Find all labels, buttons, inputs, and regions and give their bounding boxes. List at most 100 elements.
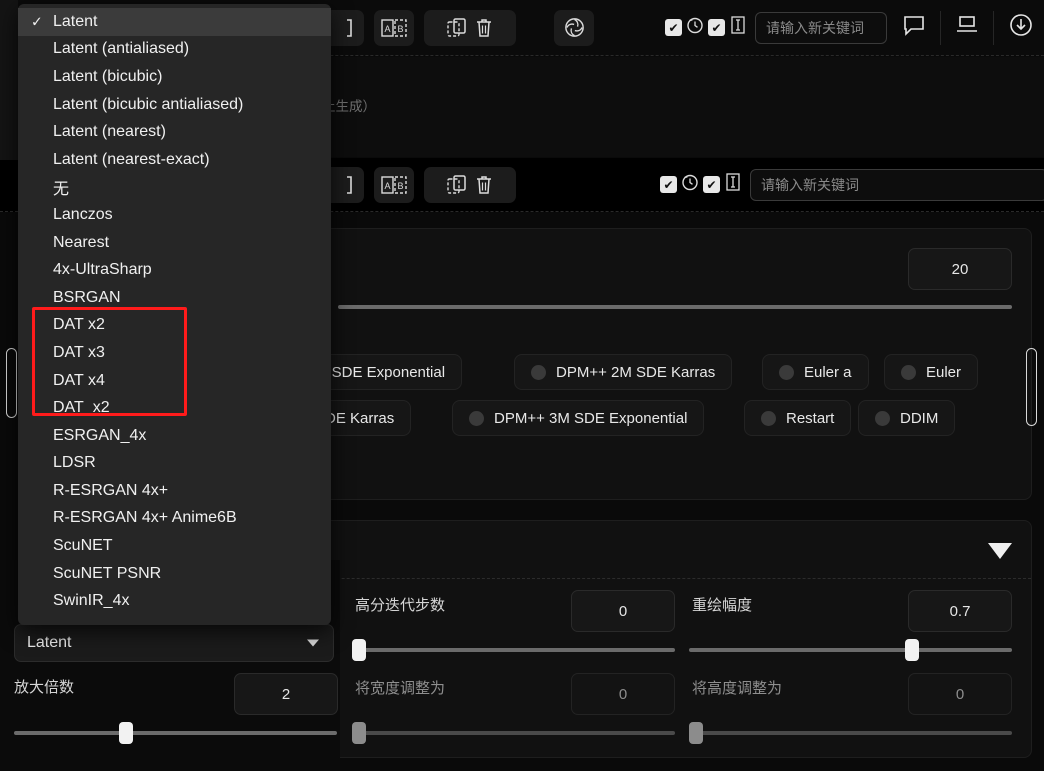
keyword-input-second[interactable]: 请输入新关键词 bbox=[750, 168, 1044, 201]
dropdown-item[interactable]: BSRGAN bbox=[18, 284, 331, 312]
resize-width-slider-knob[interactable] bbox=[352, 722, 366, 744]
sampler-pill-dpmpp-2m-sde-karras[interactable]: DPM++ 2M SDE Karras bbox=[514, 354, 733, 390]
steps-slider-track[interactable] bbox=[338, 305, 1012, 309]
dropdown-item[interactable]: R-ESRGAN 4x+ Anime6B bbox=[18, 505, 331, 533]
dropdown-item-label: BSRGAN bbox=[53, 288, 121, 306]
steps-value: 20 bbox=[951, 260, 969, 278]
resize-width-value: 0 bbox=[618, 685, 628, 703]
dropdown-item[interactable]: LDSR bbox=[18, 450, 331, 478]
keyword-placeholder: 请输入新关键词 bbox=[761, 176, 859, 193]
dropdown-item-label: Latent (antialiased) bbox=[53, 40, 190, 58]
steps-value-box[interactable]: 20 bbox=[908, 248, 1012, 290]
dropdown-item[interactable]: Latent (nearest) bbox=[18, 118, 331, 146]
dropdown-item-label: DAT x3 bbox=[53, 343, 105, 361]
dropdown-item[interactable]: Latent (nearest-exact) bbox=[18, 146, 331, 174]
dropdown-item[interactable]: 无 bbox=[18, 174, 331, 202]
hires-steps-slider-track[interactable] bbox=[352, 648, 675, 652]
speech-bubble-icon[interactable] bbox=[888, 14, 940, 41]
sampler-pill-restart[interactable]: Restart bbox=[744, 400, 852, 436]
radio-icon[interactable] bbox=[761, 410, 776, 426]
right-scrollbar[interactable] bbox=[1026, 348, 1037, 426]
download-circle-icon[interactable] bbox=[994, 12, 1044, 43]
clock-restore-icon[interactable] bbox=[680, 172, 700, 197]
checkbox-mark[interactable]: ✔ bbox=[708, 19, 725, 36]
resize-height-value-box[interactable]: 0 bbox=[908, 673, 1012, 715]
dropdown-item[interactable]: ESRGAN_4x bbox=[18, 422, 331, 450]
hires-steps-slider-knob[interactable] bbox=[352, 639, 366, 661]
left-scrollbar[interactable] bbox=[6, 348, 17, 418]
keyword-input-top[interactable]: 请输入新关键词 bbox=[755, 11, 887, 44]
dropdown-item[interactable]: SwinIR_4x bbox=[18, 587, 331, 615]
radio-icon[interactable] bbox=[469, 410, 484, 426]
checkbox-mark[interactable]: ✔ bbox=[703, 176, 720, 193]
sampler-pill-euler[interactable]: Euler bbox=[884, 354, 979, 390]
denoising-strength-slider-track[interactable] bbox=[689, 648, 1012, 652]
dropdown-item[interactable]: Lanczos bbox=[18, 201, 331, 229]
hires-steps-value-box[interactable]: 0 bbox=[571, 590, 675, 632]
denoising-strength-slider-knob[interactable] bbox=[905, 639, 919, 661]
dropdown-item[interactable]: R-ESRGAN 4x+ bbox=[18, 477, 331, 505]
restore-checkbox[interactable]: ✔ bbox=[660, 172, 700, 197]
text-cursor-checkbox[interactable]: ✔ bbox=[703, 171, 743, 198]
dropdown-item[interactable]: Latent (bicubic antialiased) bbox=[18, 91, 331, 119]
dropdown-item[interactable]: Latent (antialiased) bbox=[18, 36, 331, 64]
checkbox-mark[interactable]: ✔ bbox=[660, 176, 677, 193]
sampler-pill-dpmpp-3m-sde-exponential[interactable]: DPM++ 3M SDE Exponential bbox=[452, 400, 705, 436]
dropdown-item[interactable]: DAT x4 bbox=[18, 367, 331, 395]
clock-restore-icon[interactable] bbox=[685, 15, 705, 40]
sampler-label: Restart bbox=[786, 409, 835, 427]
dropdown-item-label: DAT_x2 bbox=[53, 399, 110, 417]
dropdown-item[interactable]: Latent (bicubic) bbox=[18, 63, 331, 91]
text-cursor-icon[interactable] bbox=[723, 171, 743, 198]
sampler-pill-ddim[interactable]: DDIM bbox=[858, 400, 956, 436]
upscaler-dropdown-menu[interactable]: ✓ Latent Latent (antialiased) Latent (bicub… bbox=[18, 4, 331, 626]
upscale-factor-value-box[interactable]: 2 bbox=[234, 673, 338, 715]
dropdown-item[interactable]: ScuNET PSNR bbox=[18, 560, 331, 588]
svg-text:B: B bbox=[397, 24, 403, 34]
text-cursor-icon[interactable] bbox=[728, 14, 748, 41]
text-cursor-checkbox[interactable]: ✔ bbox=[708, 14, 748, 41]
resize-height-slider-track[interactable] bbox=[689, 731, 1012, 735]
sampler-label: DPM++ 2M SDE Karras bbox=[556, 363, 716, 381]
dropdown-item[interactable]: Nearest bbox=[18, 229, 331, 257]
dropdown-item-label: Nearest bbox=[53, 233, 110, 251]
hires-steps-value: 0 bbox=[618, 602, 628, 620]
ab-style-icon[interactable]: A B bbox=[374, 9, 414, 46]
chevron-down-icon[interactable] bbox=[307, 639, 319, 647]
radio-icon[interactable] bbox=[875, 410, 890, 426]
upscale-factor-slider-track[interactable] bbox=[14, 731, 337, 735]
trash-icon[interactable] bbox=[474, 17, 494, 39]
denoising-strength-value-box[interactable]: 0.7 bbox=[908, 590, 1012, 632]
resize-height-slider-knob[interactable] bbox=[689, 722, 703, 744]
openai-logo-icon[interactable] bbox=[554, 9, 594, 46]
dropdown-item[interactable]: 4x-UltraSharp bbox=[18, 256, 331, 284]
radio-icon[interactable] bbox=[901, 364, 916, 380]
checkbox-mark[interactable]: ✔ bbox=[665, 19, 682, 36]
sampler-label: M SDE Exponential bbox=[315, 363, 446, 381]
dropdown-item-label: LDSR bbox=[53, 454, 96, 472]
triangle-down-icon[interactable] bbox=[988, 543, 1012, 559]
restore-checkbox[interactable]: ✔ bbox=[665, 15, 705, 40]
resize-width-value-box[interactable]: 0 bbox=[571, 673, 675, 715]
dropdown-item[interactable]: ScuNET bbox=[18, 532, 331, 560]
radio-icon[interactable] bbox=[531, 364, 546, 380]
dropdown-item-label: ScuNET PSNR bbox=[53, 564, 162, 582]
dropdown-item[interactable]: DAT_x2 bbox=[18, 394, 331, 422]
ab-style-icon[interactable]: A B bbox=[374, 166, 414, 203]
dropdown-item-label: Latent (bicubic antialiased) bbox=[53, 95, 244, 113]
radio-icon[interactable] bbox=[779, 364, 794, 380]
dropdown-item[interactable]: DAT x3 bbox=[18, 339, 331, 367]
resize-width-slider-track[interactable] bbox=[352, 731, 675, 735]
dropdown-item[interactable]: ✓ Latent bbox=[18, 8, 331, 36]
sampler-pill-euler-a[interactable]: Euler a bbox=[762, 354, 869, 390]
dropdown-item-label: Latent (nearest) bbox=[53, 123, 166, 141]
resize-height-label: 将高度调整为 bbox=[692, 680, 783, 697]
upscaler-select[interactable]: Latent bbox=[14, 624, 334, 662]
layout-icon[interactable] bbox=[941, 14, 993, 41]
copy-file-icon[interactable] bbox=[446, 174, 468, 196]
copy-file-icon[interactable] bbox=[446, 17, 468, 39]
keyword-placeholder: 请输入新关键词 bbox=[766, 19, 864, 36]
dropdown-item[interactable]: DAT x2 bbox=[18, 312, 331, 340]
upscale-factor-slider-knob[interactable] bbox=[119, 722, 133, 744]
trash-icon[interactable] bbox=[474, 174, 494, 196]
